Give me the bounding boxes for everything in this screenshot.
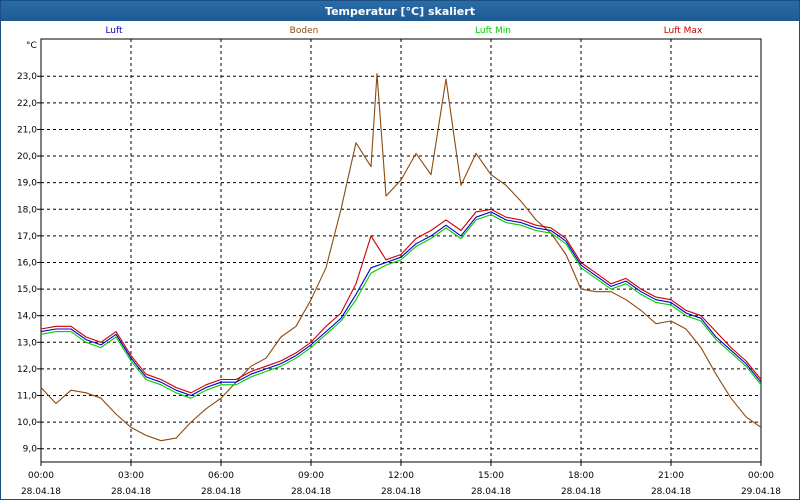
window-title: Temperatur [°C] skaliert <box>1 1 799 21</box>
temperature-chart: Luft Boden Luft Min Luft Max 9,0 10,0 11,0 12,… <box>17 26 781 497</box>
y-tick-label: 14,0 <box>17 312 37 322</box>
y-tick-label: 19,0 <box>17 179 37 189</box>
x-tick-date-label: 28.04.18 <box>471 487 511 497</box>
x-tick-date-label: 28.04.18 <box>561 487 601 497</box>
x-tick-time-label: 12:00 <box>388 471 414 481</box>
legend-entry-boden: Boden <box>290 26 319 36</box>
x-tick-time-label: 21:00 <box>658 471 684 481</box>
y-tick-label: 13,0 <box>17 338 37 348</box>
x-tick-time-label: 03:00 <box>118 471 144 481</box>
legend-entry-luft: Luft <box>105 26 123 36</box>
y-tick-label: 9,0 <box>23 445 38 455</box>
y-tick-label: 16,0 <box>17 258 37 268</box>
x-tick-time-label: 15:00 <box>478 471 504 481</box>
y-tick-label: 18,0 <box>17 205 37 215</box>
y-tick-label: 10,0 <box>17 418 37 428</box>
legend: Luft Boden Luft Min Luft Max <box>105 26 703 36</box>
x-tick-date-label: 28.04.18 <box>381 487 421 497</box>
y-tick-label: 22,0 <box>17 99 37 109</box>
y-tick-label: 23,0 <box>17 72 37 82</box>
x-axis: 00:00 28.04.18 03:00 28.04.18 06:00 28.04.18 0… <box>21 462 781 497</box>
y-tick-label: 15,0 <box>17 285 37 295</box>
y-axis: 9,0 10,0 11,0 12,0 13,0 14,0 15,0 16,0 17,0 18,0 1… <box>17 41 41 455</box>
y-tick-label: 17,0 <box>17 232 37 242</box>
x-tick-date-label: 28.04.18 <box>111 487 151 497</box>
x-tick-date-label: 28.04.18 <box>201 487 241 497</box>
y-tick-label: 20,0 <box>17 152 37 162</box>
legend-entry-luft-min: Luft Min <box>475 26 511 36</box>
y-tick-label: 12,0 <box>17 365 37 375</box>
x-tick-date-label: 28.04.18 <box>651 487 691 497</box>
x-tick-date-label: 28.04.18 <box>21 487 61 497</box>
y-tick-label: 11,0 <box>17 391 37 401</box>
y-axis-unit-label: °C <box>26 41 37 51</box>
x-tick-date-label: 29.04.18 <box>741 487 781 497</box>
chart-window: Temperatur [°C] skaliert Luft Boden Luft M… <box>0 0 800 500</box>
x-tick-time-label: 09:00 <box>298 471 324 481</box>
x-tick-time-label: 18:00 <box>568 471 594 481</box>
x-tick-date-label: 28.04.18 <box>291 487 331 497</box>
x-tick-time-label: 00:00 <box>28 471 54 481</box>
legend-entry-luft-max: Luft Max <box>664 26 703 36</box>
x-tick-time-label: 00:00 <box>748 471 774 481</box>
y-tick-label: 21,0 <box>17 125 37 135</box>
x-tick-time-label: 06:00 <box>208 471 234 481</box>
